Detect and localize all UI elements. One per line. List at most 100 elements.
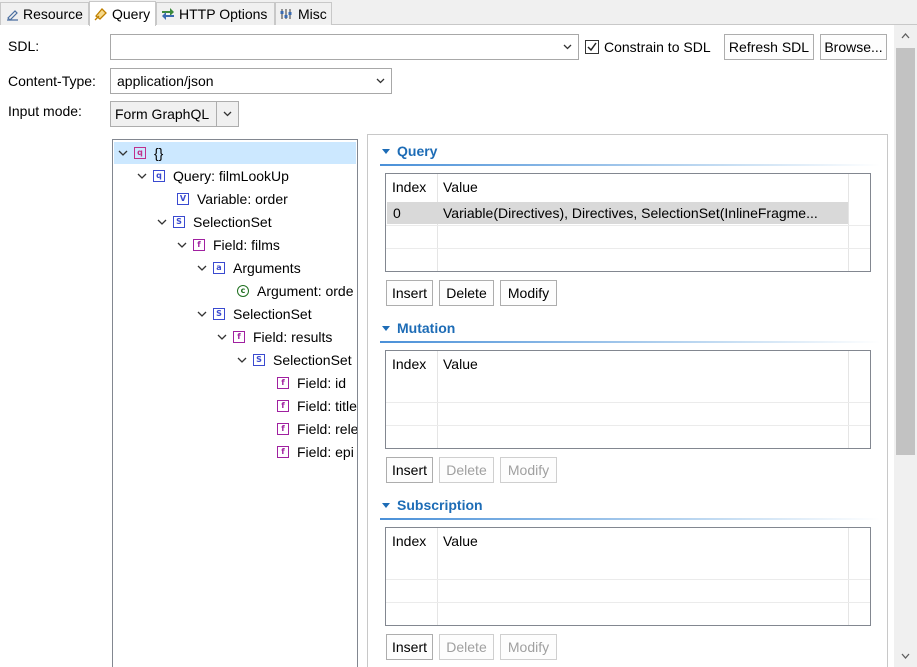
collapse-triangle-icon [382, 502, 390, 508]
section-mutation-header[interactable]: Mutation [380, 320, 455, 336]
mutation-delete-button[interactable]: Delete [439, 457, 494, 483]
vertical-scrollbar[interactable] [894, 25, 917, 667]
row-index: 0 [393, 205, 401, 221]
section-mutation-title: Mutation [397, 320, 456, 336]
constrain-sdl-checkbox[interactable] [585, 40, 599, 54]
row-gridline [386, 425, 870, 426]
mutation-insert-button[interactable]: Insert [386, 457, 433, 483]
tree-node-selectionset[interactable]: S SelectionSet [197, 303, 312, 325]
section-query-header[interactable]: Query [380, 143, 437, 159]
tree-node-field-rele[interactable]: f Field: rele [277, 418, 357, 440]
collapse-triangle-icon [382, 325, 390, 331]
row-gridline [386, 402, 870, 403]
subscription-delete-button[interactable]: Delete [439, 634, 494, 660]
section-subscription-header[interactable]: Subscription [380, 497, 483, 513]
column-header-index[interactable]: Index [386, 351, 437, 377]
tree-node-label: Field: id [297, 375, 347, 391]
tree-node-arguments[interactable]: a Arguments [197, 257, 301, 279]
tree-node-field-title[interactable]: f Field: title [277, 395, 357, 417]
tree-node-field-epi[interactable]: f Field: epi [277, 441, 354, 463]
chevron-down-icon[interactable] [217, 332, 227, 342]
tree-node-argument[interactable]: c Argument: orde [237, 280, 354, 302]
query-insert-button[interactable]: Insert [386, 280, 433, 306]
chevron-down-icon[interactable] [157, 217, 167, 227]
query-icon: q [153, 170, 165, 182]
tree-node-field-id[interactable]: f Field: id [277, 372, 346, 394]
collapse-triangle-icon [382, 148, 390, 154]
table-row[interactable]: 0 Variable(Directives), Directives, Sele… [387, 202, 848, 224]
chevron-down-icon[interactable] [237, 355, 247, 365]
tree-node-label: Argument: orde [257, 283, 354, 299]
column-divider [437, 528, 438, 625]
chevron-down-icon[interactable] [197, 309, 207, 319]
chevron-down-icon [563, 44, 572, 50]
tree-node-label: Field: results [253, 329, 333, 345]
field-icon: f [233, 331, 245, 343]
tree-node-selectionset[interactable]: S SelectionSet [237, 349, 352, 371]
tree-node-variable[interactable]: V Variable: order [177, 188, 288, 210]
misc-icon [280, 7, 294, 21]
field-icon: f [277, 446, 289, 458]
section-divider [380, 341, 880, 343]
tab-misc-label: Misc [298, 6, 327, 22]
tree-node-query[interactable]: q Query: filmLookUp [137, 165, 289, 187]
tab-http-options[interactable]: HTTP Options [156, 2, 275, 25]
tab-resource[interactable]: Resource [0, 2, 89, 25]
query-delete-button[interactable]: Delete [439, 280, 494, 306]
column-divider [848, 351, 849, 448]
column-header-index[interactable]: Index [386, 174, 437, 200]
column-header-index[interactable]: Index [386, 528, 437, 554]
column-header-value[interactable]: Value [437, 174, 847, 200]
tab-misc[interactable]: Misc [275, 2, 332, 25]
graphql-tree[interactable]: q {} q Query: filmLookUp V Variable: ord… [112, 139, 358, 667]
mutation-table[interactable]: Index Value [385, 350, 871, 449]
tree-node-field-results[interactable]: f Field: results [217, 326, 332, 348]
field-icon: f [193, 239, 205, 251]
chevron-down-icon[interactable] [118, 148, 128, 158]
column-header-value[interactable]: Value [437, 351, 847, 377]
query-icon [94, 7, 108, 21]
input-mode-value: Form GraphQL [115, 106, 210, 122]
refresh-sdl-button[interactable]: Refresh SDL [724, 34, 814, 60]
constrain-sdl-label[interactable]: Constrain to SDL [604, 39, 711, 55]
tree-node-label: Field: title [297, 398, 357, 414]
chevron-down-icon[interactable] [177, 240, 187, 250]
tree-node-field-films[interactable]: f Field: films [177, 234, 280, 256]
section-divider [380, 164, 880, 166]
query-modify-button[interactable]: Modify [500, 280, 557, 306]
tab-query-label: Query [112, 6, 151, 22]
row-gridline [386, 225, 870, 226]
row-gridline [386, 602, 870, 603]
row-value: Variable(Directives), Directives, Select… [443, 205, 818, 221]
chevron-down-icon [376, 78, 385, 84]
query-table[interactable]: Index Value 0 Variable(Directives), Dire… [385, 173, 871, 272]
sdl-combo[interactable] [110, 34, 579, 60]
selectionset-icon: S [173, 216, 185, 228]
tree-node-root[interactable]: q {} [114, 142, 356, 164]
column-divider [848, 174, 849, 271]
content-type-label: Content-Type: [8, 73, 96, 89]
tree-node-label: SelectionSet [273, 352, 352, 368]
selectionset-icon: S [253, 354, 265, 366]
subscription-table[interactable]: Index Value [385, 527, 871, 626]
scroll-up-arrow-icon[interactable] [901, 33, 910, 39]
section-subscription-title: Subscription [397, 497, 483, 513]
scroll-down-arrow-icon[interactable] [901, 653, 910, 659]
subscription-modify-button[interactable]: Modify [500, 634, 557, 660]
tree-node-label: Field: films [213, 237, 280, 253]
tree-node-label: Variable: order [197, 191, 288, 207]
content-type-value: application/json [117, 73, 214, 89]
mutation-modify-button[interactable]: Modify [500, 457, 557, 483]
chevron-down-icon[interactable] [197, 263, 207, 273]
tree-node-label: Field: epi [297, 444, 354, 460]
scrollbar-thumb[interactable] [896, 48, 915, 455]
input-mode-select[interactable]: Form GraphQL [110, 101, 239, 127]
subscription-insert-button[interactable]: Insert [386, 634, 433, 660]
chevron-down-icon[interactable] [137, 171, 147, 181]
tree-node-selectionset[interactable]: S SelectionSet [157, 211, 272, 233]
column-header-value[interactable]: Value [437, 528, 847, 554]
content-type-combo[interactable]: application/json [110, 68, 392, 94]
tab-query[interactable]: Query [89, 1, 156, 26]
check-icon [587, 42, 597, 52]
browse-button[interactable]: Browse... [820, 34, 887, 60]
